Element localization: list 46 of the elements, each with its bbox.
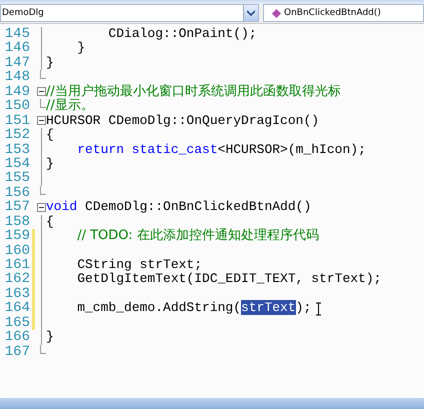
- code-line: void CDemoDlg::OnBnClickedBtnAdd(): [46, 200, 312, 215]
- line-number: 152: [4, 128, 30, 142]
- code-line: HCURSOR CDemoDlg::OnQueryDragIcon(): [46, 114, 320, 128]
- collapse-icon[interactable]: [36, 116, 46, 126]
- code-line: CString strText;: [76, 258, 202, 272]
- line-number: 159: [4, 229, 30, 244]
- code-line: {: [46, 214, 54, 230]
- line-number: 148: [4, 70, 30, 85]
- code-line: m_cmb_demo.AddString(strText);: [76, 301, 312, 316]
- collapse-icon[interactable]: [36, 202, 46, 212]
- code-line: return static_cast<HCURSOR>(m_hIcon);: [76, 142, 366, 157]
- method-icon: [272, 8, 281, 18]
- code-line: }: [46, 56, 54, 70]
- line-number: 147: [4, 56, 30, 70]
- line-number: 164: [4, 301, 30, 316]
- line-number: 153: [4, 142, 30, 157]
- line-number: 160: [4, 244, 30, 258]
- line-number: 151: [4, 114, 30, 128]
- line-number: 155: [4, 171, 30, 186]
- code-line: CDialog::OnPaint();: [107, 27, 257, 42]
- line-number: 161: [4, 258, 30, 272]
- code-line: //显示。: [46, 99, 94, 114]
- code-line: }: [46, 156, 54, 172]
- line-number: 165: [4, 316, 30, 330]
- class-combo[interactable]: DemoDlg: [0, 4, 259, 22]
- line-number: 162: [4, 272, 30, 287]
- line-number: 167: [4, 344, 30, 360]
- member-combo[interactable]: OnBnClickedBtnAdd(): [263, 4, 424, 22]
- code-line: }: [76, 41, 86, 56]
- code-line: // TODO: 在此添加控件通知处理程序代码: [76, 229, 319, 244]
- line-number: 146: [4, 41, 30, 56]
- text-cursor-icon: [315, 302, 322, 316]
- line-number: 154: [4, 156, 30, 172]
- line-number: 157: [4, 200, 30, 215]
- line-number: 156: [4, 186, 30, 200]
- line-number: 149: [4, 84, 30, 100]
- code-line: {: [46, 128, 54, 142]
- code-line: //当用户拖动最小化窗口时系统调用此函数取得光标: [46, 84, 341, 99]
- line-number: 166: [4, 330, 30, 345]
- code-line: }: [46, 330, 54, 345]
- line-number: 145: [4, 27, 30, 42]
- line-number: 163: [4, 286, 30, 302]
- code-line: GetDlgItemText(IDC_EDIT_TEXT, strText);: [76, 272, 382, 287]
- collapse-icon[interactable]: [36, 87, 46, 96]
- line-number: 150: [4, 99, 30, 114]
- line-number: 158: [4, 214, 30, 230]
